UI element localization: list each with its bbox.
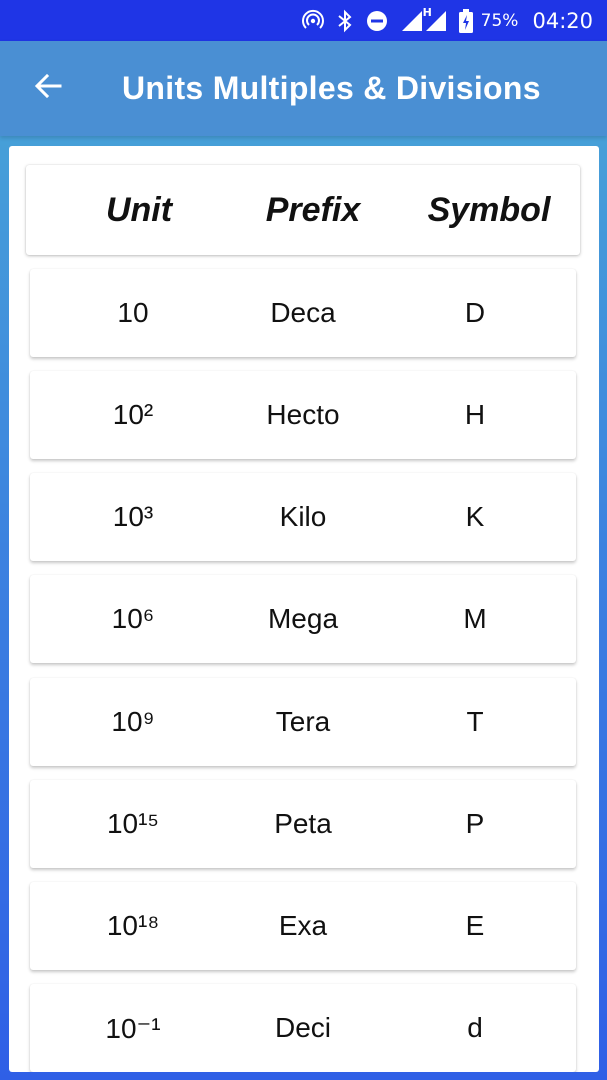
table-row[interactable]: 10¹⁸ Exa E [30,882,576,970]
hotspot-icon [301,9,325,33]
signal-icon [401,10,423,32]
table-row[interactable]: 10 Deca D [30,269,576,357]
battery-charging-icon [458,8,473,33]
header-symbol: Symbol [427,190,551,229]
table-row[interactable]: 10¹⁵ Peta P [30,780,576,868]
symbol-cell: E [465,910,485,941]
symbol-cell: H [464,399,486,430]
prefix-cell: Hecto [266,399,340,430]
prefix-cell: Peta [274,808,332,839]
prefix-cell: Mega [267,603,339,634]
symbol-cell: M [463,603,487,634]
prefix-cell: Deca [270,297,336,328]
status-bar: H 75% 04:20 [0,0,607,41]
prefix-cell: Kilo [279,501,327,532]
symbol-cell: d [467,1012,483,1043]
symbol-cell: K [465,501,485,532]
prefix-cell: Tera [275,706,331,737]
network-type-label: H [422,5,432,19]
do-not-disturb-icon [365,9,389,33]
symbol-cell: P [465,808,485,839]
app-bar: Units Multiples & Divisions [0,41,607,136]
table-row[interactable]: 10⁶ Mega M [30,575,576,663]
units-table-card: Unit Prefix Symbol 10 Deca D 10² Hecto H… [9,146,599,1072]
signal-h-icon: H [423,6,447,32]
page-title: Units Multiples & Divisions [122,70,541,106]
arrow-left-icon [33,71,63,106]
prefix-cell: Exa [278,910,328,941]
battery-percent: 75% [480,10,519,31]
symbol-cell: T [466,706,484,737]
header-unit: Unit [105,190,173,229]
table-header: Unit Prefix Symbol [26,165,580,255]
table-row[interactable]: 10⁹ Tera T [30,678,576,766]
table-row[interactable]: 10² Hecto H [30,371,576,459]
table-row[interactable]: 10⁻¹ Deci d [30,984,576,1072]
clock: 04:20 [532,8,593,33]
back-button[interactable] [0,41,96,136]
table-row[interactable]: 10³ Kilo K [30,473,576,561]
symbol-cell: D [464,297,486,328]
prefix-cell: Deci [274,1012,331,1043]
header-prefix: Prefix [265,190,361,229]
bluetooth-icon [337,9,353,33]
